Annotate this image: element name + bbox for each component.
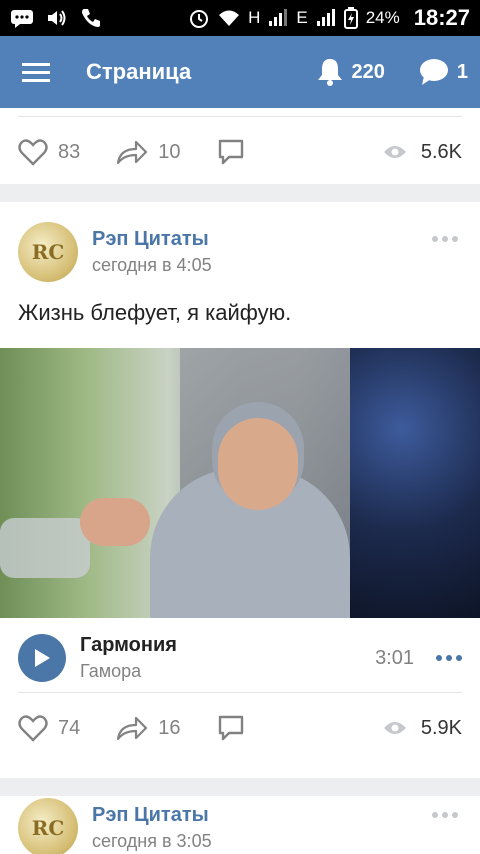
bell-icon <box>317 59 342 86</box>
graffiti-wall <box>350 348 480 618</box>
eye-icon <box>383 146 406 158</box>
share-button[interactable]: 10 <box>116 139 181 165</box>
battery-icon <box>343 7 358 29</box>
post-text: Жизнь блефует, я кайфую. <box>18 300 292 325</box>
menu-button[interactable] <box>0 36 72 108</box>
page-title: Страница <box>86 59 192 84</box>
hamburger-icon <box>22 63 50 82</box>
audio-duration: 3:01 <box>375 646 414 669</box>
notifications-button[interactable]: 220 <box>316 57 385 87</box>
views-counter: 5.9K <box>383 717 462 740</box>
app-header: Страница 220 1 <box>0 36 480 108</box>
audio-more-icon[interactable] <box>436 655 462 661</box>
post-card: 83 10 5.6K <box>0 108 480 184</box>
wifi-icon <box>218 9 240 27</box>
volume-icon <box>46 8 68 28</box>
post-date: сегодня в 4:05 <box>92 255 212 275</box>
notifications-count: 220 <box>351 60 385 83</box>
views-count: 5.6K <box>420 140 462 163</box>
eye-icon <box>383 722 406 734</box>
avatar[interactable]: RC <box>18 798 78 854</box>
signal-icon-2 <box>316 9 336 27</box>
phone-call-icon <box>80 7 102 29</box>
more-dots-icon[interactable] <box>432 236 458 242</box>
audio-artist: Гамора <box>80 661 142 681</box>
like-button[interactable]: 74 <box>18 714 80 742</box>
share-arrow-icon <box>117 140 148 165</box>
share-count: 10 <box>158 140 181 163</box>
post-image[interactable] <box>0 348 480 618</box>
avatar[interactable]: RC <box>18 222 78 282</box>
views-count: 5.9K <box>420 716 462 739</box>
divider <box>18 116 462 117</box>
share-button[interactable]: 16 <box>116 715 181 741</box>
audio-title: Гармония <box>80 634 177 656</box>
like-count: 74 <box>58 716 81 739</box>
messages-button[interactable]: 1 <box>419 58 468 86</box>
author-name[interactable]: Рэп Цитаты <box>92 228 212 251</box>
comment-icon <box>218 715 243 741</box>
status-bar: H E 24% 18:27 <box>0 0 480 36</box>
messages-count: 1 <box>456 60 468 83</box>
post-header: RC Рэп Цитаты сегодня в 3:05 <box>18 798 212 854</box>
like-button[interactable]: 83 <box>18 138 80 166</box>
network-type-label: H <box>248 8 261 27</box>
post-actions: 74 16 5.9K <box>0 698 480 758</box>
like-count: 83 <box>58 140 81 163</box>
alarm-icon <box>188 7 210 29</box>
post-actions: 83 10 5.6K <box>0 122 480 182</box>
author-name[interactable]: Рэп Цитаты <box>92 804 212 827</box>
post-card: RC Рэп Цитаты сегодня в 4:05 Жизнь блефу… <box>0 202 480 778</box>
pointing-hand <box>80 498 150 546</box>
audio-attachment[interactable]: Гармония Гамора 3:01 <box>18 630 462 686</box>
play-button[interactable] <box>18 634 66 682</box>
play-icon <box>35 649 50 667</box>
more-dots-icon[interactable] <box>432 812 458 818</box>
person-head <box>218 418 298 510</box>
heart-icon <box>18 139 48 166</box>
post-header: RC Рэп Цитаты сегодня в 4:05 <box>18 222 212 282</box>
views-counter: 5.6K <box>383 141 462 164</box>
divider <box>18 692 462 693</box>
comment-button[interactable] <box>217 138 245 166</box>
chat-bubble-icon <box>419 59 448 85</box>
post-card: RC Рэп Цитаты сегодня в 3:05 <box>0 778 480 854</box>
share-count: 16 <box>158 716 181 739</box>
share-arrow-icon <box>117 716 148 741</box>
signal-icon <box>268 9 288 27</box>
battery-level: 24% <box>365 8 400 27</box>
comment-button[interactable] <box>217 714 245 742</box>
post-date: сегодня в 3:05 <box>92 831 212 851</box>
comment-icon <box>218 139 243 165</box>
clock: 18:27 <box>413 5 470 30</box>
heart-icon <box>18 715 48 742</box>
network-type-label-2: E <box>296 8 308 27</box>
message-notification-icon <box>10 8 34 28</box>
background-car <box>0 518 90 578</box>
